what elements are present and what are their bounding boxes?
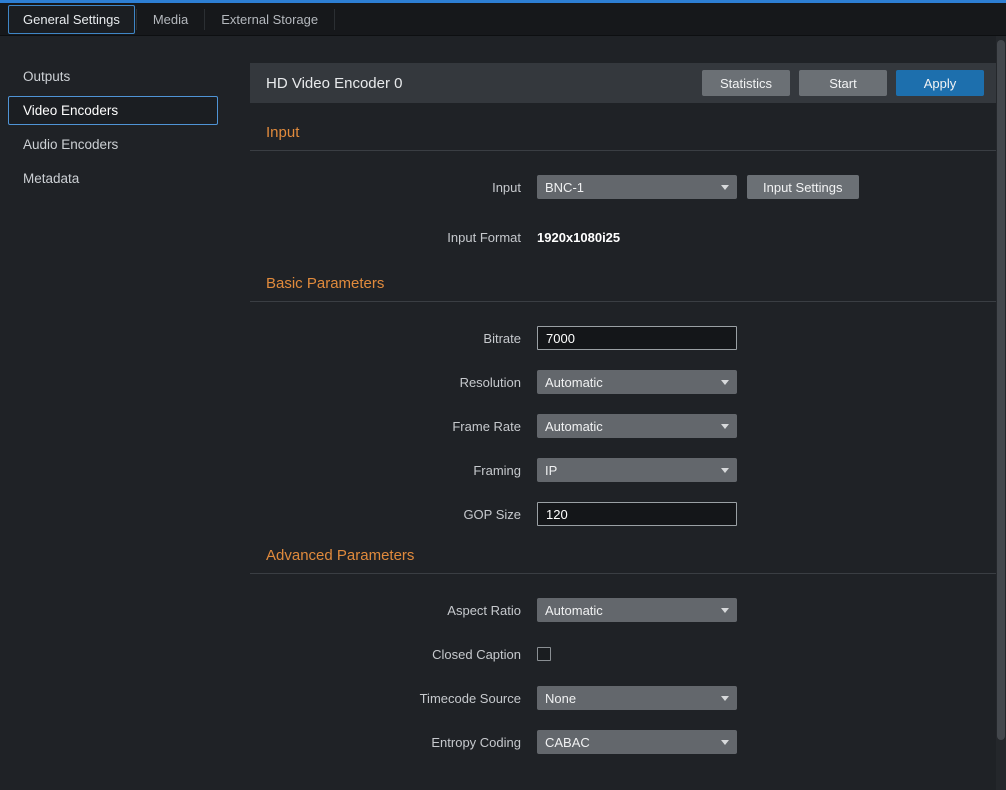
- tab-separator: [136, 9, 137, 30]
- chevron-down-icon: [721, 468, 729, 473]
- entropy-coding-dropdown-value: CABAC: [545, 735, 590, 750]
- input-dropdown[interactable]: BNC-1: [537, 175, 737, 199]
- form-row-entropy-coding: Entropy Coding CABAC: [250, 730, 996, 754]
- content-area: HD Video Encoder 0 Statistics Start Appl…: [250, 36, 996, 790]
- chevron-down-icon: [721, 424, 729, 429]
- framing-dropdown-value: IP: [545, 463, 557, 478]
- sidebar-item-audio-encoders[interactable]: Audio Encoders: [8, 130, 218, 159]
- input-format-value: 1920x1080i25: [537, 230, 620, 245]
- form-row-framing: Framing IP: [250, 458, 996, 482]
- closed-caption-label: Closed Caption: [250, 647, 537, 662]
- framing-dropdown[interactable]: IP: [537, 458, 737, 482]
- form-row-gop-size: GOP Size: [250, 502, 996, 526]
- section-basic-parameters: Basic Parameters Bitrate Resolution Auto…: [250, 275, 996, 526]
- sidebar-item-outputs[interactable]: Outputs: [8, 62, 218, 91]
- statistics-button[interactable]: Statistics: [702, 70, 790, 96]
- timecode-source-dropdown[interactable]: None: [537, 686, 737, 710]
- gop-size-label: GOP Size: [250, 507, 537, 522]
- section-title-basic-parameters: Basic Parameters: [266, 275, 996, 292]
- frame-rate-label: Frame Rate: [250, 419, 537, 434]
- form-row-resolution: Resolution Automatic: [250, 370, 996, 394]
- timecode-source-dropdown-value: None: [545, 691, 576, 706]
- section-advanced-parameters: Advanced Parameters Aspect Ratio Automat…: [250, 547, 996, 754]
- main-layout: Outputs Video Encoders Audio Encoders Me…: [0, 36, 1006, 790]
- resolution-dropdown-value: Automatic: [545, 375, 603, 390]
- aspect-ratio-dropdown-value: Automatic: [545, 603, 603, 618]
- tab-separator: [334, 9, 335, 30]
- page: { "colors": { "top_accent": "#2d7fd4", "…: [0, 0, 1006, 790]
- page-title: HD Video Encoder 0: [266, 75, 693, 92]
- vertical-scrollbar[interactable]: [996, 36, 1006, 790]
- start-button[interactable]: Start: [799, 70, 887, 96]
- frame-rate-dropdown-value: Automatic: [545, 419, 603, 434]
- input-label: Input: [250, 180, 537, 195]
- form-row-closed-caption: Closed Caption: [250, 642, 996, 666]
- gop-size-input[interactable]: [537, 502, 737, 526]
- chevron-down-icon: [721, 185, 729, 190]
- form-row-frame-rate: Frame Rate Automatic: [250, 414, 996, 438]
- entropy-coding-label: Entropy Coding: [250, 735, 537, 750]
- top-tab-bar: General Settings Media External Storage: [0, 3, 1006, 36]
- input-settings-button[interactable]: Input Settings: [747, 175, 859, 199]
- tab-general-settings[interactable]: General Settings: [8, 5, 135, 34]
- tab-separator: [204, 9, 205, 30]
- chevron-down-icon: [721, 740, 729, 745]
- entropy-coding-dropdown[interactable]: CABAC: [537, 730, 737, 754]
- resolution-dropdown[interactable]: Automatic: [537, 370, 737, 394]
- aspect-ratio-label: Aspect Ratio: [250, 603, 537, 618]
- input-format-label: Input Format: [250, 230, 537, 245]
- section-title-advanced-parameters: Advanced Parameters: [266, 547, 996, 564]
- timecode-source-label: Timecode Source: [250, 691, 537, 706]
- sidebar-item-video-encoders[interactable]: Video Encoders: [8, 96, 218, 125]
- frame-rate-dropdown[interactable]: Automatic: [537, 414, 737, 438]
- tab-media[interactable]: Media: [138, 5, 203, 34]
- chevron-down-icon: [721, 696, 729, 701]
- closed-caption-checkbox[interactable]: [537, 647, 551, 661]
- resolution-label: Resolution: [250, 375, 537, 390]
- aspect-ratio-dropdown[interactable]: Automatic: [537, 598, 737, 622]
- form-row-input: Input BNC-1 Input Settings: [250, 175, 996, 199]
- form-row-aspect-ratio: Aspect Ratio Automatic: [250, 598, 996, 622]
- chevron-down-icon: [721, 380, 729, 385]
- sidebar-item-metadata[interactable]: Metadata: [8, 164, 218, 193]
- section-title-input: Input: [266, 124, 996, 141]
- tab-external-storage[interactable]: External Storage: [206, 5, 333, 34]
- input-dropdown-value: BNC-1: [545, 180, 584, 195]
- bitrate-input[interactable]: [537, 326, 737, 350]
- apply-button[interactable]: Apply: [896, 70, 984, 96]
- chevron-down-icon: [721, 608, 729, 613]
- form-row-timecode-source: Timecode Source None: [250, 686, 996, 710]
- section-input: Input Input BNC-1 Input Settings Input F…: [250, 124, 996, 249]
- bitrate-label: Bitrate: [250, 331, 537, 346]
- encoder-header: HD Video Encoder 0 Statistics Start Appl…: [250, 63, 996, 103]
- form-row-input-format: Input Format 1920x1080i25: [250, 225, 996, 249]
- sidebar: Outputs Video Encoders Audio Encoders Me…: [0, 36, 240, 790]
- framing-label: Framing: [250, 463, 537, 478]
- form-row-bitrate: Bitrate: [250, 326, 996, 350]
- scrollbar-thumb[interactable]: [997, 40, 1005, 740]
